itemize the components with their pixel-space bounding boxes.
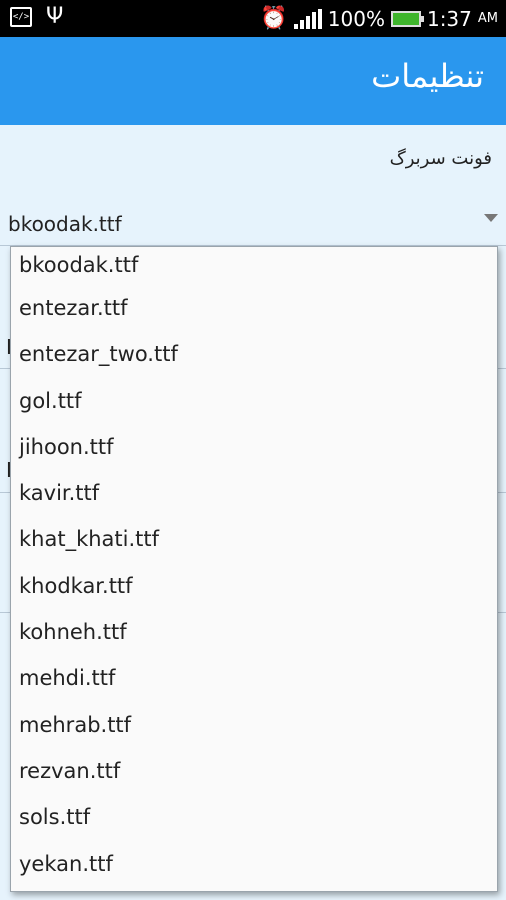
dropdown-option[interactable]: kohneh.ttf xyxy=(11,609,497,655)
battery-icon xyxy=(390,10,424,27)
usb-icon: Ψ xyxy=(46,4,64,29)
dropdown-option[interactable]: sols.ttf xyxy=(11,794,497,840)
dropdown-option[interactable]: yekan.ttf xyxy=(11,841,497,887)
dropdown-option[interactable]: entezar_two.ttf xyxy=(11,331,497,377)
alarm-icon: ⏰ xyxy=(260,6,288,31)
battery-percent: 100% xyxy=(327,6,385,31)
dropdown-option[interactable]: rezvan.ttf xyxy=(11,748,497,794)
dropdown-option[interactable]: jihoon.ttf xyxy=(11,424,497,470)
dropdown-option[interactable]: khat_khati.ttf xyxy=(11,516,497,562)
clock-ampm: AM xyxy=(477,11,498,26)
dropdown-option[interactable]: gol.ttf xyxy=(11,378,497,424)
dropdown-option[interactable]: mehdi.ttf xyxy=(11,655,497,701)
dropdown-option[interactable]: mehrab.ttf xyxy=(11,702,497,748)
developer-mode-icon: </> xyxy=(10,7,32,27)
signal-icon xyxy=(293,8,322,29)
spinner-arrow-icon xyxy=(484,214,498,222)
action-bar: تنظیمات xyxy=(0,37,506,125)
header-font-spinner[interactable]: bkoodak.ttf xyxy=(0,200,506,246)
page-title: تنظیمات xyxy=(371,57,484,95)
dropdown-option[interactable]: entezar.ttf xyxy=(11,285,497,331)
dropdown-option[interactable]: bkoodak.ttf xyxy=(11,247,497,285)
dropdown-option[interactable]: khodkar.ttf xyxy=(11,563,497,609)
dropdown-option[interactable]: kavir.ttf xyxy=(11,470,497,516)
spinner-selected-value: bkoodak.ttf xyxy=(8,212,122,236)
status-bar: </> Ψ ⏰ 100% 1:37 AM xyxy=(0,0,506,37)
clock-time: 1:37 xyxy=(426,6,472,31)
font-dropdown-list[interactable]: bkoodak.ttf entezar.ttf entezar_two.ttf … xyxy=(10,246,498,892)
header-font-label: فونت سربرگ xyxy=(389,148,492,169)
